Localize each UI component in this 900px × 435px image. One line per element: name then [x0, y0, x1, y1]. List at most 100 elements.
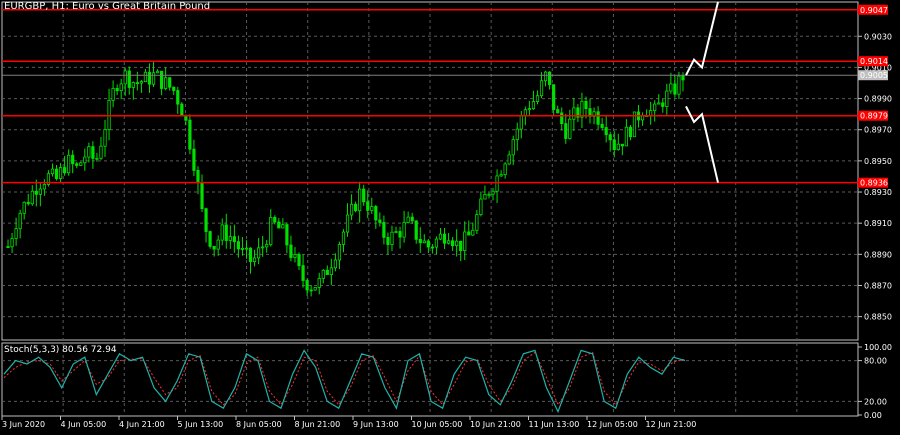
candle-body	[612, 139, 616, 150]
candle-body	[50, 168, 55, 175]
candle-body	[123, 70, 127, 85]
candle-body	[261, 246, 265, 249]
stoch-axis-label: 100.00	[864, 343, 892, 352]
candle-body	[252, 257, 257, 263]
candle-body	[354, 203, 358, 212]
time-axis-label: 8 Jun 05:00	[236, 420, 282, 429]
current-price-label: 0.9005	[860, 71, 888, 80]
candle-body	[143, 71, 148, 82]
candle-body	[349, 203, 354, 216]
candle-body	[208, 231, 212, 247]
candle-body	[265, 244, 269, 248]
candle-body	[378, 219, 382, 223]
candle-body	[665, 90, 669, 107]
price-axis-label: 0.8890	[864, 250, 892, 259]
candle-body	[317, 278, 321, 288]
candle-body	[99, 145, 103, 159]
candle-body	[479, 198, 483, 216]
candle-body	[402, 221, 406, 238]
projection-up-line[interactable]	[685, 1, 719, 76]
candle-body	[535, 95, 540, 102]
candle-body	[390, 231, 394, 245]
candle-body	[572, 107, 576, 120]
candle-body	[95, 157, 99, 160]
candle-body	[232, 236, 236, 243]
candle-body	[244, 247, 249, 250]
candle-body	[135, 82, 139, 85]
candle-body	[661, 102, 665, 107]
candle-body	[467, 231, 471, 236]
candle-body	[18, 212, 22, 230]
candle-body	[584, 100, 588, 110]
candle-body	[200, 182, 204, 210]
candle-body	[515, 128, 519, 141]
candle-body	[543, 71, 548, 82]
candle-body	[434, 238, 439, 248]
candle-body	[426, 240, 430, 248]
candle-body	[240, 248, 245, 250]
candle-body	[673, 83, 677, 95]
price-axis-label: 0.8850	[864, 313, 892, 322]
candle-body	[487, 193, 491, 196]
time-axis-label: 5 Jun 13:00	[178, 420, 224, 429]
candle-body	[438, 233, 443, 240]
candle-body	[220, 224, 224, 241]
candle-body	[681, 75, 685, 81]
candle-body	[398, 231, 402, 238]
candle-body	[180, 103, 184, 116]
candle-body	[273, 216, 277, 223]
candle-body	[301, 265, 305, 281]
projection-down-line[interactable]	[685, 105, 719, 183]
candle-body	[196, 170, 200, 183]
candle-body	[418, 238, 422, 244]
stoch-axis-label: 0.00	[864, 411, 882, 420]
candle-body	[127, 70, 131, 88]
candle-body	[527, 108, 531, 111]
candle-body	[511, 139, 515, 156]
candle-body	[30, 190, 34, 205]
time-axis-label: 8 Jun 21:00	[295, 420, 341, 429]
price-axis-label: 0.8870	[864, 281, 892, 290]
candle-body	[26, 201, 30, 205]
candle-body	[446, 240, 451, 244]
candle-body	[358, 188, 362, 212]
candle-body	[22, 201, 26, 214]
candle-body	[507, 154, 511, 165]
candle-body	[71, 154, 75, 165]
candle-body	[394, 231, 398, 233]
candle-body	[620, 143, 624, 147]
level-price-label: 0.9047	[860, 6, 888, 15]
candle-body	[374, 206, 378, 221]
candle-body	[6, 246, 10, 248]
candle-body	[669, 83, 673, 92]
price-axis-label: 0.9030	[864, 32, 892, 41]
candle-body	[370, 206, 374, 211]
candle-body	[499, 174, 503, 177]
candle-body	[111, 87, 115, 101]
candle-body	[131, 82, 135, 88]
candle-body	[297, 254, 301, 267]
candle-body	[151, 72, 156, 85]
price-chart[interactable]: 0.90300.90100.89900.89700.89500.89300.89…	[0, 0, 900, 435]
candle-body	[168, 77, 172, 88]
candle-body	[362, 188, 366, 203]
candle-body	[366, 201, 370, 211]
candle-body	[14, 228, 18, 239]
candle-body	[155, 70, 160, 74]
candle-body	[10, 238, 14, 248]
stoch-main-line	[3, 349, 686, 414]
candle-body	[293, 254, 297, 258]
candle-body	[119, 83, 123, 92]
candle-body	[531, 101, 536, 109]
candle-body	[406, 216, 410, 223]
candle-body	[495, 175, 499, 192]
chart-window[interactable]: 0.9030 0.9010 0.8990 0.8970 0.8950 0.8930 0.89…	[0, 0, 900, 435]
candle-body	[657, 102, 661, 105]
candle-body	[604, 127, 608, 136]
candle-body	[58, 167, 63, 179]
candle-body	[87, 146, 91, 158]
candle-body	[333, 259, 337, 269]
candle-body	[442, 233, 447, 244]
candle-body	[212, 245, 216, 250]
time-axis-label: 3 Jun 2020	[2, 420, 45, 429]
